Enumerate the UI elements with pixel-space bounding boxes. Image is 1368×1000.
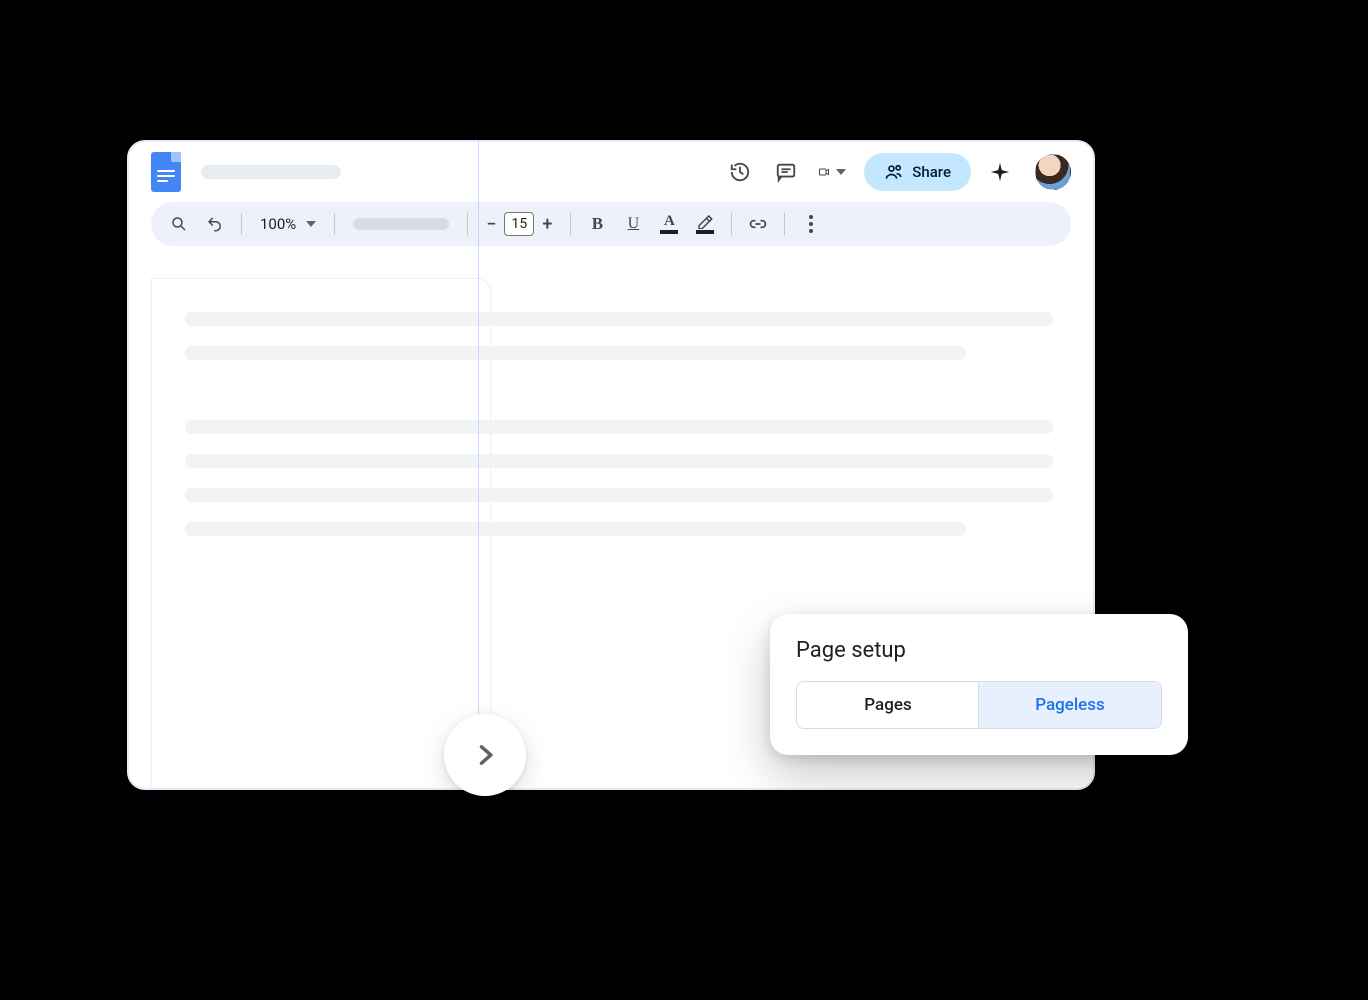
page-divider-guide	[478, 140, 479, 790]
video-call-button[interactable]	[818, 158, 846, 186]
font-size-group: − 15 +	[480, 212, 558, 236]
sparkle-icon[interactable]	[989, 161, 1011, 183]
docs-logo[interactable]	[151, 152, 181, 192]
people-icon	[884, 162, 904, 182]
page-setup-option-pages[interactable]: Pages	[797, 682, 979, 728]
content-placeholder	[185, 312, 1053, 536]
separator	[334, 213, 335, 235]
page-setup-card: Page setup Pages Pageless	[770, 614, 1188, 755]
caret-down-icon	[836, 169, 846, 175]
history-icon[interactable]	[726, 158, 754, 186]
increase-font-size[interactable]: +	[536, 214, 558, 235]
formatting-toolbar: 100% − 15 + B U A	[151, 202, 1071, 246]
page-setup-segmented: Pages Pageless	[796, 681, 1162, 729]
bold-button[interactable]: B	[583, 210, 611, 238]
more-options-button[interactable]	[797, 210, 825, 238]
page-setup-option-pageless[interactable]: Pageless	[978, 681, 1162, 729]
search-icon[interactable]	[165, 210, 193, 238]
zoom-dropdown[interactable]: 100%	[254, 215, 322, 233]
caret-down-icon	[306, 221, 316, 227]
highlight-button[interactable]	[691, 210, 719, 238]
text-line	[185, 312, 1053, 326]
zoom-value: 100%	[260, 215, 296, 233]
underline-button[interactable]: U	[619, 210, 647, 238]
text-line	[185, 420, 1053, 434]
insert-link-button[interactable]	[744, 210, 772, 238]
share-button[interactable]: Share	[864, 153, 971, 191]
separator	[784, 213, 785, 235]
option-label: Pages	[864, 695, 911, 715]
avatar[interactable]	[1035, 154, 1071, 190]
share-label: Share	[912, 163, 951, 181]
option-label: Pageless	[1035, 695, 1105, 715]
separator	[241, 213, 242, 235]
font-family-placeholder[interactable]	[353, 218, 449, 230]
separator	[467, 213, 468, 235]
text-line	[185, 454, 1053, 468]
text-color-button[interactable]: A	[655, 210, 683, 238]
document-title-placeholder[interactable]	[201, 165, 341, 179]
expand-fab[interactable]	[444, 714, 526, 796]
comment-icon[interactable]	[772, 158, 800, 186]
font-size-value: 15	[512, 216, 528, 232]
header-actions: Share	[726, 153, 1071, 191]
undo-icon[interactable]	[201, 210, 229, 238]
separator	[731, 213, 732, 235]
page-setup-title: Page setup	[796, 638, 1162, 663]
text-line	[185, 346, 966, 360]
text-line	[185, 522, 966, 536]
font-size-input[interactable]: 15	[504, 212, 534, 236]
chevron-right-icon	[471, 741, 499, 769]
separator	[570, 213, 571, 235]
header-bar: Share	[129, 142, 1093, 202]
text-line	[185, 488, 1053, 502]
decrease-font-size[interactable]: −	[480, 214, 502, 235]
